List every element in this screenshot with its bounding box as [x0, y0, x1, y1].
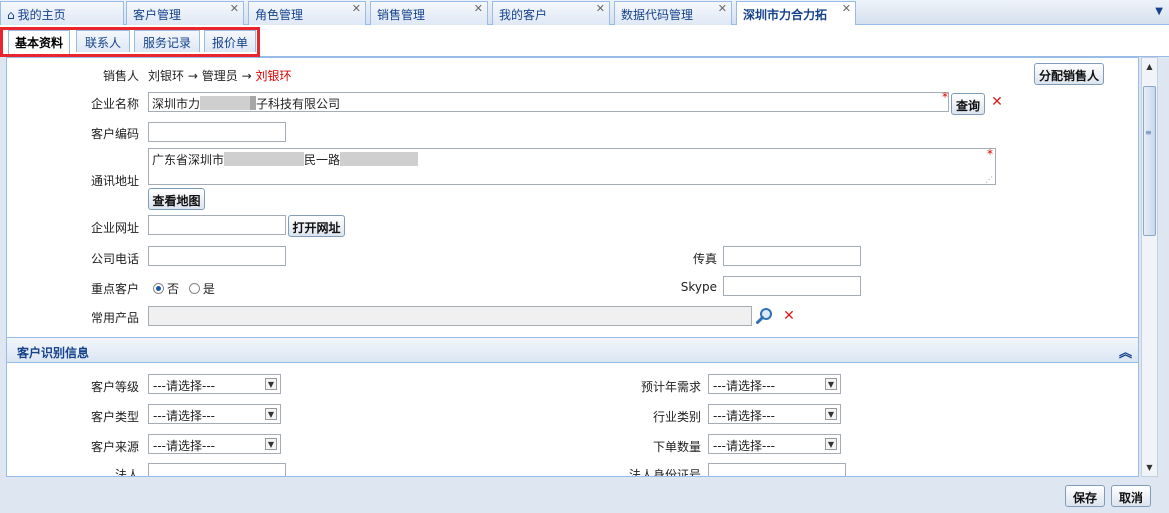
radio-yes[interactable]: 是 — [188, 282, 215, 296]
home-icon: ⌂ — [7, 8, 15, 22]
address-label: 通讯地址 — [90, 174, 139, 188]
top-tab-bar: ⌂ 我的主页 客户管理 ✕ 角色管理 ✕ 销售管理 ✕ 我的客户 ✕ 数据代码管理 ✕ 深圳… — [0, 0, 1169, 26]
tab-my-customers[interactable]: 我的客户 ✕ — [492, 1, 610, 25]
key-customer-label: 重点客户 — [90, 282, 139, 296]
chevron-down-icon: ▼ — [265, 408, 277, 420]
tab-company-detail[interactable]: 深圳市力合力拓 ✕ — [736, 1, 856, 26]
salesperson-chain: 刘银环 → 管理员 → 刘银环 — [148, 69, 292, 83]
scrollbar-thumb[interactable] — [1143, 86, 1156, 236]
salesperson-assignee: 刘银环 — [255, 69, 292, 83]
redaction — [224, 152, 305, 166]
tab-scroll-down-icon[interactable]: ▼ — [1155, 6, 1163, 17]
skype-input[interactable] — [723, 276, 861, 296]
clear-icon[interactable]: ✕ — [781, 308, 797, 324]
search-icon[interactable] — [755, 306, 775, 326]
salesperson-label: 销售人 — [102, 69, 139, 83]
radio-unchecked-icon — [188, 283, 200, 294]
close-icon[interactable]: ✕ — [230, 2, 239, 15]
footer-bar: 保存 取消 — [0, 477, 1169, 513]
resize-grip-icon[interactable]: ⋰ — [985, 175, 993, 184]
chevron-down-icon: ▼ — [825, 378, 837, 390]
view-map-button[interactable]: 查看地图 — [148, 188, 205, 210]
customer-level-select[interactable]: ---请选择--- ▼ — [148, 374, 281, 394]
legal-person-label: 法人 — [114, 468, 139, 477]
vertical-scrollbar[interactable]: ▲ ≡ ▼ — [1141, 57, 1158, 477]
address-textarea[interactable]: 广东省深圳市 民一路 ⋰ — [148, 148, 996, 185]
company-name-label: 企业名称 — [90, 97, 139, 111]
salesperson-role: 管理员 — [201, 69, 238, 83]
phone-input[interactable] — [148, 246, 286, 266]
chevron-down-icon: ▼ — [825, 408, 837, 420]
products-label: 常用产品 — [90, 311, 139, 325]
customer-level-label: 客户等级 — [90, 380, 139, 394]
redaction — [200, 96, 251, 110]
customer-source-label: 客户来源 — [90, 440, 139, 454]
tab-customer-management[interactable]: 客户管理 ✕ — [126, 1, 244, 25]
legal-id-label: 法人身份证号 — [628, 468, 701, 477]
tab-home[interactable]: ⌂ 我的主页 — [0, 1, 124, 25]
tab-role-management[interactable]: 角色管理 ✕ — [248, 1, 366, 25]
industry-label: 行业类别 — [652, 410, 701, 424]
assign-salesperson-button[interactable]: 分配销售人 — [1034, 63, 1104, 85]
collapse-icon[interactable]: ︽ — [1119, 342, 1132, 361]
customer-type-label: 客户类型 — [90, 410, 139, 424]
legal-id-input[interactable] — [708, 463, 846, 476]
annual-demand-select[interactable]: ---请选择--- ▼ — [708, 374, 841, 394]
skype-label: Skype — [680, 280, 717, 294]
fax-label: 传真 — [692, 252, 717, 266]
grip-icon: ≡ — [1145, 128, 1152, 137]
close-icon[interactable]: ✕ — [718, 2, 727, 15]
radio-no[interactable]: 否 — [153, 282, 179, 296]
customer-type-select[interactable]: ---请选择--- ▼ — [148, 404, 281, 424]
products-input[interactable] — [148, 306, 752, 326]
close-icon[interactable]: ✕ — [474, 2, 483, 15]
close-icon[interactable]: ✕ — [352, 2, 361, 15]
annual-demand-label: 预计年需求 — [640, 380, 701, 394]
scroll-down-icon[interactable]: ▼ — [1142, 459, 1157, 476]
customer-code-label: 客户编码 — [90, 127, 139, 141]
close-icon[interactable]: ✕ — [842, 2, 851, 15]
order-quantity-select[interactable]: ---请选择--- ▼ — [708, 434, 841, 454]
customer-source-select[interactable]: ---请选择--- ▼ — [148, 434, 281, 454]
legal-person-input[interactable] — [148, 463, 286, 476]
key-customer-radio-group: 否 是 — [153, 280, 215, 297]
required-marker: * — [942, 90, 948, 104]
chevron-down-icon: ▼ — [265, 378, 277, 390]
cancel-button[interactable]: 取消 — [1111, 485, 1151, 507]
fax-input[interactable] — [723, 246, 861, 266]
phone-label: 公司电话 — [90, 252, 139, 266]
order-quantity-label: 下单数量 — [652, 440, 701, 454]
customer-identification-section-header[interactable]: 客户识别信息 ︽ — [7, 337, 1138, 363]
highlight-outline — [0, 27, 260, 57]
radio-checked-icon — [153, 283, 164, 294]
website-label: 企业网址 — [90, 221, 139, 235]
industry-select[interactable]: ---请选择--- ▼ — [708, 404, 841, 424]
section-title: 客户识别信息 — [17, 346, 90, 360]
tab-sales-management[interactable]: 销售管理 ✕ — [370, 1, 488, 25]
scroll-up-icon[interactable]: ▲ — [1142, 58, 1157, 75]
company-name-input[interactable]: 深圳市力 子科技有限公司 — [148, 92, 949, 112]
query-button[interactable]: 查询 — [951, 93, 985, 115]
save-button[interactable]: 保存 — [1065, 485, 1105, 507]
open-url-button[interactable]: 打开网址 — [288, 215, 345, 237]
clear-icon[interactable]: ✕ — [989, 94, 1005, 110]
redaction — [340, 152, 419, 166]
salesperson-name: 刘银环 — [148, 69, 185, 83]
chevron-down-icon: ▼ — [825, 438, 837, 450]
form-panel: 销售人 刘银环 → 管理员 → 刘银环 分配销售人 企业名称 深圳市力 子科技有限… — [6, 57, 1139, 477]
required-marker: * — [987, 147, 993, 161]
website-input[interactable] — [148, 215, 286, 235]
tab-data-code-management[interactable]: 数据代码管理 ✕ — [614, 1, 732, 25]
close-icon[interactable]: ✕ — [596, 2, 605, 15]
chevron-down-icon: ▼ — [265, 438, 277, 450]
customer-code-input[interactable] — [148, 122, 286, 142]
